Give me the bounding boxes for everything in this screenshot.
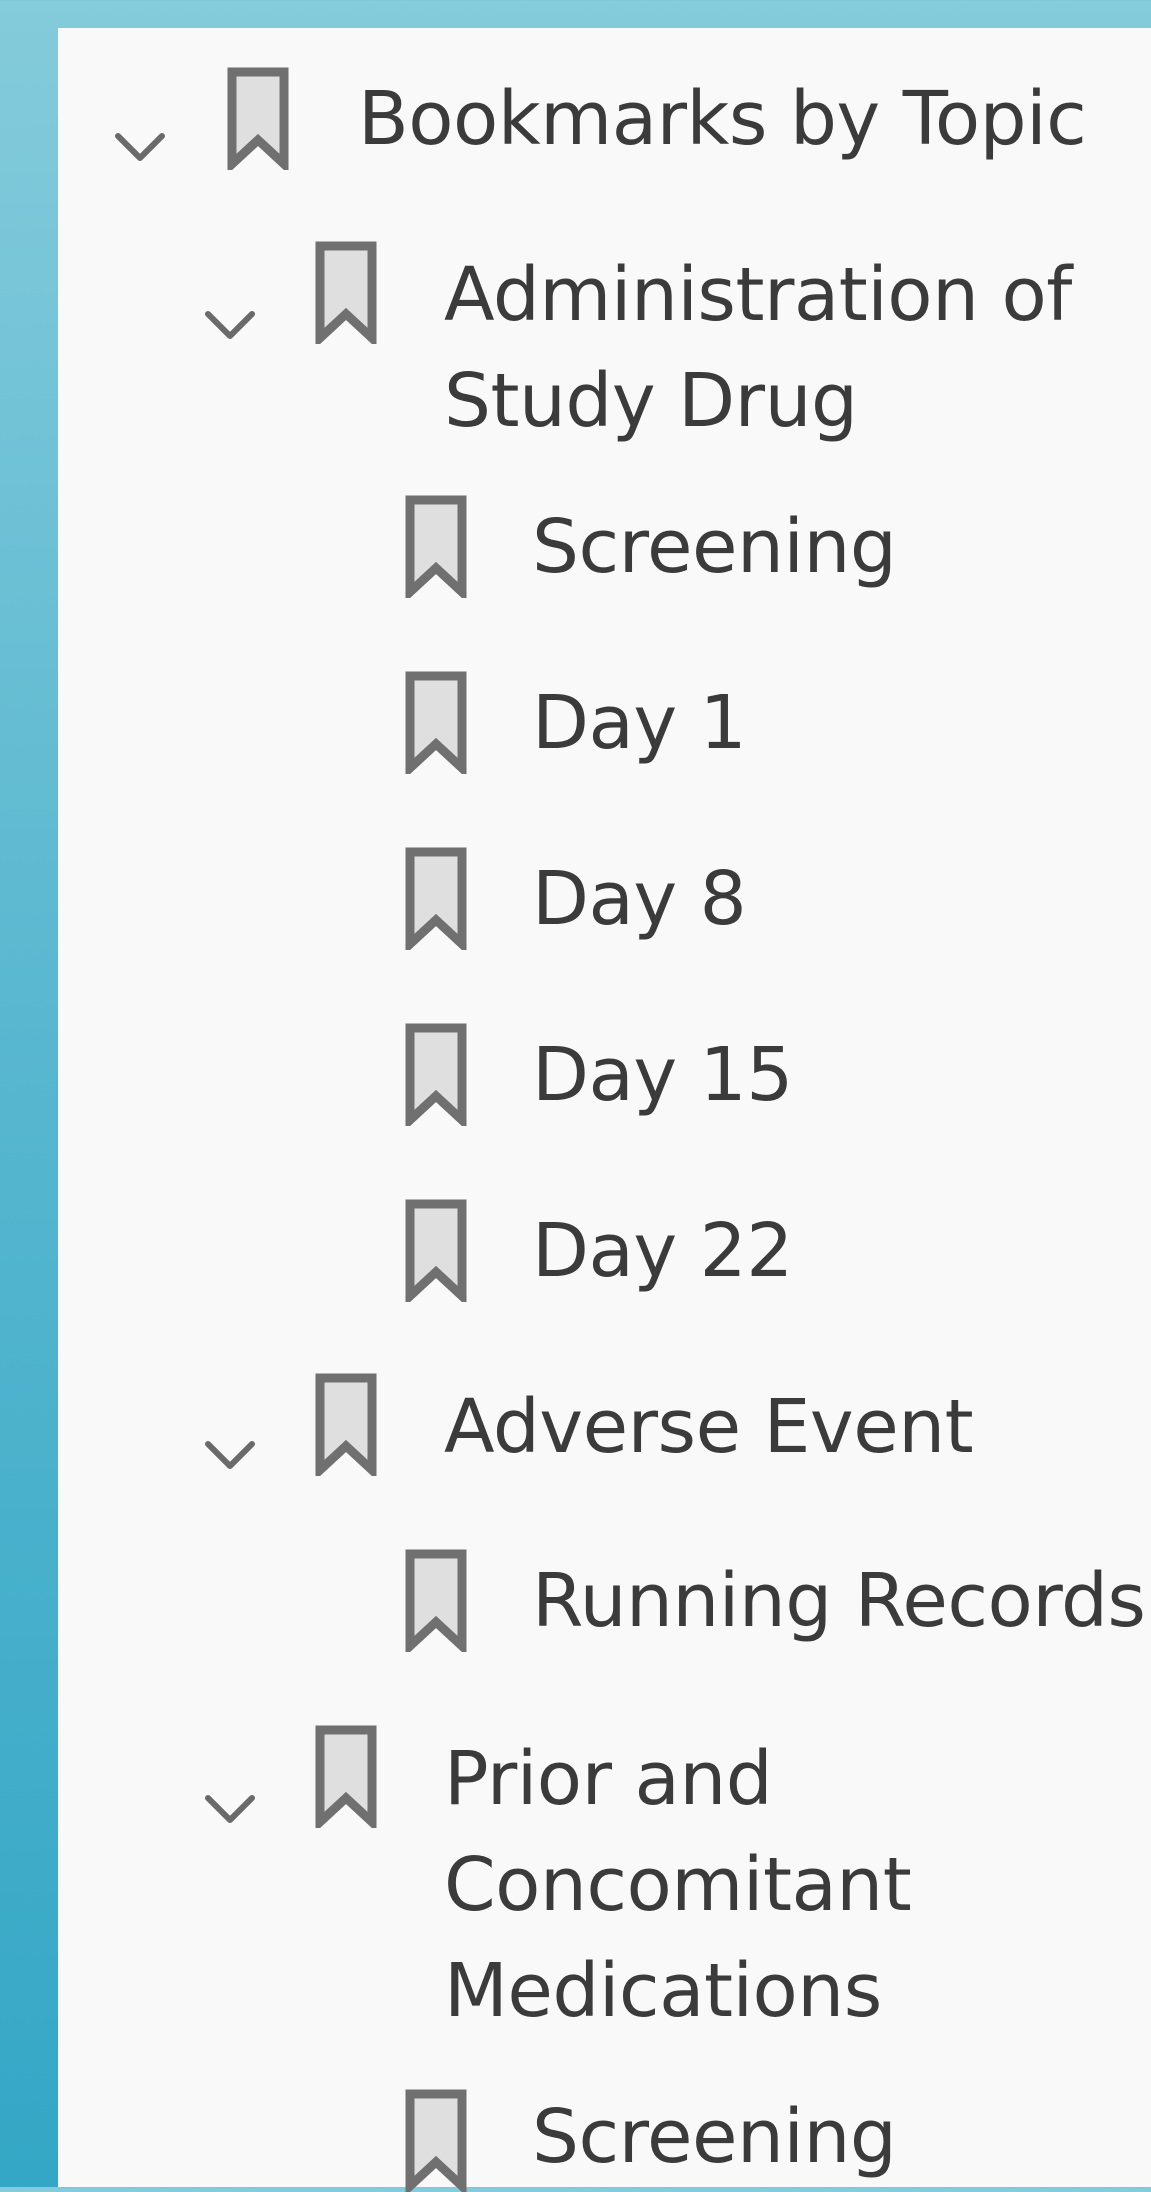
collapse-chevron-icon[interactable] <box>112 128 168 168</box>
bookmark-item-label[interactable]: Day 8 <box>532 846 747 952</box>
bookmark-icon <box>404 846 468 950</box>
bookmark-icon <box>404 494 468 598</box>
bookmark-icon <box>314 1724 378 1828</box>
collapse-chevron-icon[interactable] <box>202 306 258 346</box>
bookmark-item-label[interactable]: Day 22 <box>532 1198 793 1304</box>
bookmark-icon <box>404 1022 468 1126</box>
bookmark-item-label[interactable]: Day 1 <box>532 670 747 776</box>
bookmark-item-label[interactable]: Running Records <box>532 1548 1146 1654</box>
bookmark-icon <box>404 670 468 774</box>
collapse-chevron-icon[interactable] <box>202 1790 258 1830</box>
bookmark-group-label[interactable]: Adverse Event <box>444 1374 974 1480</box>
bookmark-item-label[interactable]: Day 15 <box>532 1022 793 1128</box>
bookmark-icon <box>404 2088 468 2192</box>
bookmark-group-label[interactable]: Administration of Study Drug <box>444 242 1072 454</box>
collapse-chevron-icon[interactable] <box>202 1436 258 1476</box>
bookmark-icon <box>226 66 290 170</box>
bookmarks-panel: Bookmarks by Topic Administration of Stu… <box>58 28 1151 2192</box>
bookmark-icon <box>314 1372 378 1476</box>
bookmark-icon <box>404 1198 468 1302</box>
bookmark-icon <box>314 240 378 344</box>
bookmark-icon <box>404 1548 468 1652</box>
bookmark-group-label[interactable]: Prior and Concomitant Medications <box>444 1726 912 2044</box>
bookmark-item-label[interactable]: Screening <box>532 2084 897 2190</box>
bookmark-root-label[interactable]: Bookmarks by Topic <box>358 66 1087 172</box>
bookmark-item-label[interactable]: Screening <box>532 494 897 600</box>
